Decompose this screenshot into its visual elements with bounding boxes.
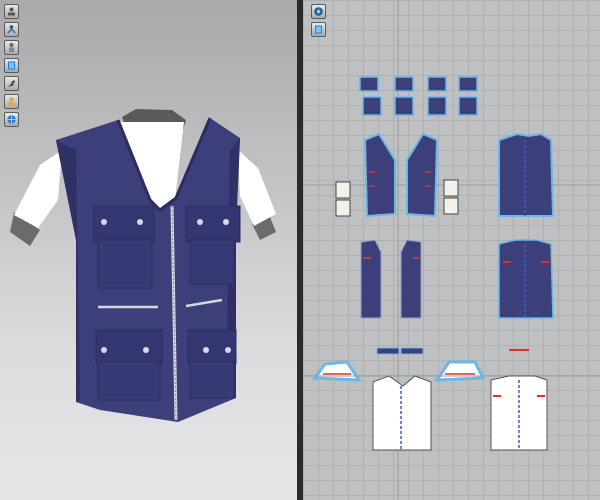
vest-front-right-piece xyxy=(406,132,439,218)
vest-back-piece xyxy=(498,132,555,217)
small-strip-piece xyxy=(400,347,424,355)
upper-right-pocket xyxy=(189,239,235,285)
side-piece xyxy=(335,199,351,217)
avatar-with-vest[interactable] xyxy=(0,0,297,500)
2d-pattern-panel[interactable] xyxy=(303,0,600,500)
lower-left-pocket-flap xyxy=(95,329,163,365)
pocket-snap xyxy=(101,219,107,225)
vest-front-left-piece xyxy=(363,132,396,218)
upper-right-pocket-flap xyxy=(185,205,241,243)
tshirt-right-sleeve xyxy=(238,150,276,226)
lining-front-left xyxy=(360,239,382,319)
lining-back-piece xyxy=(498,239,554,319)
sleeve-piece-right xyxy=(434,360,486,382)
lower-right-pocket xyxy=(189,361,235,399)
lower-right-pocket-flap xyxy=(187,329,237,365)
small-strip-piece xyxy=(376,347,400,355)
garment-editor xyxy=(0,0,600,500)
side-piece xyxy=(443,197,459,215)
pocket-pieces-row xyxy=(359,76,478,116)
tshirt-front-piece xyxy=(372,375,432,451)
pocket-snap xyxy=(137,219,143,225)
sleeve-piece-left xyxy=(312,360,362,382)
pattern-canvas[interactable] xyxy=(303,0,600,500)
side-piece xyxy=(335,181,351,199)
lower-left-pocket xyxy=(97,361,161,401)
upper-left-pocket xyxy=(97,239,153,289)
tshirt-left-sleeve xyxy=(14,150,62,228)
side-piece xyxy=(443,179,459,197)
lining-front-right xyxy=(400,239,422,319)
3d-view-panel[interactable] xyxy=(0,0,297,500)
